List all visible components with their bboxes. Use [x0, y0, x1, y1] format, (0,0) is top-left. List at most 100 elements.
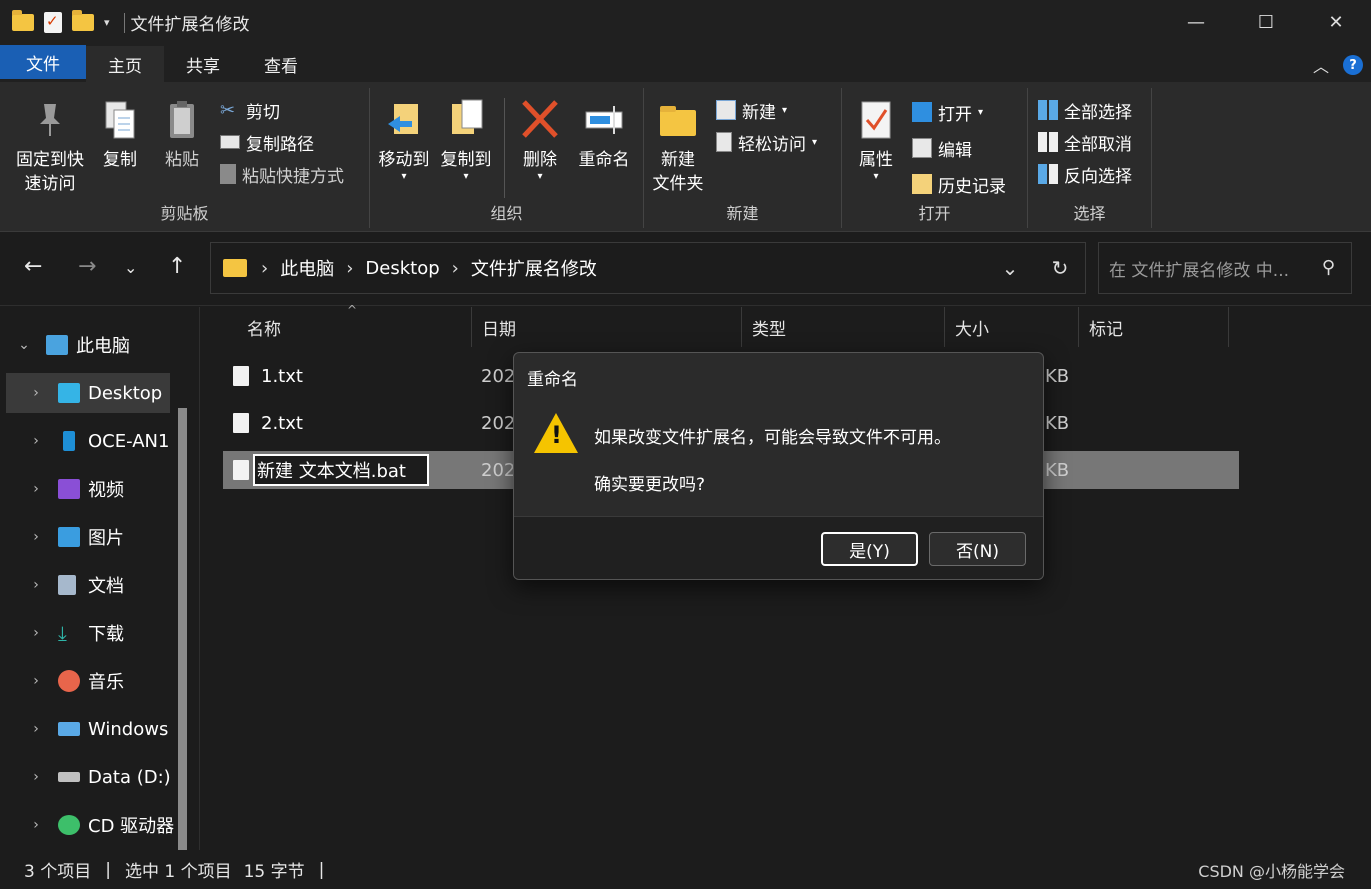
pin-icon [30, 98, 70, 142]
tab-view[interactable]: 查看 [242, 46, 320, 82]
pin-quick-access-button[interactable]: 固定到快 速访问 [12, 98, 88, 196]
cut-button[interactable]: ✂ 剪切 [220, 96, 280, 124]
easy-access-icon [716, 132, 732, 152]
new-folder-button[interactable]: 新建 文件夹 [646, 98, 710, 196]
column-header-tags[interactable]: 标记 [1079, 307, 1229, 347]
address-bar[interactable]: › 此电脑 › Desktop › 文件扩展名修改 ⌄ ↻ [210, 242, 1086, 294]
tab-home[interactable]: 主页 [86, 46, 164, 82]
invert-selection-button[interactable]: 反向选择 [1038, 160, 1132, 188]
help-icon[interactable]: ? [1343, 55, 1363, 75]
file-size: KB [1045, 365, 1070, 387]
no-button[interactable]: 否(N) [929, 532, 1026, 566]
title-bar: ▾ 文件扩展名修改 — ☐ ✕ [0, 0, 1371, 45]
chevron-right-icon: › [346, 257, 354, 279]
file-size: KB [1045, 459, 1070, 481]
chevron-down-icon[interactable]: ▾ [104, 16, 110, 29]
paste-button[interactable]: 粘贴 [158, 98, 206, 172]
edit-button[interactable]: 编辑 [912, 134, 972, 162]
status-selected-count: 选中 1 个项目 [124, 862, 232, 882]
maximize-button[interactable]: ☐ [1231, 0, 1301, 45]
recent-locations-chevron-icon[interactable]: ⌄ [124, 258, 137, 277]
collapse-ribbon-icon[interactable]: ︿ [1313, 53, 1329, 77]
forward-arrow-icon[interactable]: → [78, 254, 96, 279]
chevron-right-icon[interactable]: › [26, 577, 46, 593]
delete-icon [520, 98, 560, 142]
chevron-right-icon[interactable]: › [26, 721, 46, 737]
group-open: 属性 ▾ 打开 ▾ 编辑 历史记录 打开 [842, 88, 1028, 228]
address-history-chevron-icon[interactable]: ⌄ [985, 256, 1035, 280]
chevron-right-icon[interactable]: › [26, 433, 46, 449]
folder-icon [12, 10, 34, 31]
dialog-question: 确实要更改吗? [594, 475, 706, 495]
sidebar-item-downloads[interactable]: › ⤓ 下载 [0, 613, 180, 653]
divider [504, 98, 505, 198]
breadcrumb-this-pc[interactable]: 此电脑 [280, 255, 334, 281]
delete-button[interactable]: 删除 ▾ [516, 98, 564, 182]
file-name: 2.txt [261, 412, 303, 434]
up-arrow-icon[interactable]: ↑ [168, 254, 186, 279]
chevron-right-icon[interactable]: › [26, 673, 46, 689]
copy-to-button[interactable]: 复制到 ▾ [438, 98, 494, 182]
chevron-right-icon[interactable]: › [26, 481, 46, 497]
rename-button[interactable]: 重命名 [572, 98, 636, 172]
column-header-size[interactable]: 大小 [945, 307, 1079, 347]
minimize-button[interactable]: — [1161, 0, 1231, 45]
search-box[interactable]: 在 文件扩展名修改 中... ⚲ [1098, 242, 1352, 294]
yes-button[interactable]: 是(Y) [821, 532, 918, 566]
chevron-down-icon: ▾ [782, 104, 788, 116]
new-item-button[interactable]: 新建 ▾ [716, 96, 787, 124]
sidebar-item-documents[interactable]: › 文档 [0, 565, 180, 605]
copy-path-button[interactable]: 复制路径 [220, 128, 314, 156]
sidebar-item-windows[interactable]: › Windows [0, 709, 180, 749]
new-folder-icon[interactable] [72, 10, 94, 31]
sidebar-item-videos[interactable]: › 视频 [0, 469, 180, 509]
history-button[interactable]: 历史记录 [912, 170, 1006, 198]
desktop-icon [58, 383, 80, 403]
chevron-right-icon[interactable]: › [26, 769, 46, 785]
breadcrumb-current-folder[interactable]: 文件扩展名修改 [471, 255, 597, 281]
close-button[interactable]: ✕ [1301, 0, 1371, 45]
tab-share[interactable]: 共享 [164, 46, 242, 82]
video-icon [58, 479, 80, 499]
group-select: 全部选择 全部取消 反向选择 选择 [1028, 88, 1152, 228]
chevron-right-icon[interactable]: › [26, 385, 46, 401]
properties-icon[interactable] [44, 12, 62, 33]
chevron-right-icon[interactable]: › [26, 625, 46, 641]
tab-file[interactable]: 文件 [0, 45, 86, 79]
sidebar-item-phone[interactable]: › OCE-AN1 [0, 421, 180, 461]
open-button[interactable]: 打开 ▾ [912, 98, 983, 126]
chevron-down-icon[interactable]: ⌄ [14, 337, 34, 353]
phone-icon [63, 431, 75, 451]
file-date: 202 [481, 459, 516, 481]
sidebar-item-cd-drive[interactable]: › CD 驱动器 [0, 805, 180, 845]
sidebar-item-pictures[interactable]: › 图片 [0, 517, 180, 557]
dialog-title: 重命名 [527, 370, 578, 390]
select-all-button[interactable]: 全部选择 [1038, 96, 1132, 124]
sidebar-item-data-drive[interactable]: › Data (D:) [0, 757, 180, 797]
properties-button[interactable]: 属性 ▾ [852, 98, 900, 182]
sidebar-item-this-pc[interactable]: ⌄ 此电脑 [0, 325, 180, 365]
divider: | [318, 859, 325, 880]
breadcrumb-desktop[interactable]: Desktop [365, 258, 439, 279]
rename-input[interactable]: 新建 文本文档.bat [253, 454, 429, 486]
paste-shortcut-button[interactable]: 粘贴快捷方式 [220, 160, 344, 188]
select-none-button[interactable]: 全部取消 [1038, 128, 1132, 156]
column-header-type[interactable]: 类型 [742, 307, 945, 347]
move-to-button[interactable]: 移动到 ▾ [376, 98, 432, 182]
text-file-icon [233, 366, 249, 386]
chevron-right-icon[interactable]: › [26, 529, 46, 545]
invert-selection-icon [1038, 164, 1058, 184]
copy-button[interactable]: 复制 [96, 98, 144, 172]
back-arrow-icon[interactable]: ← [24, 254, 42, 279]
column-header-date[interactable]: 日期 [472, 307, 742, 347]
sidebar-scrollbar[interactable] [178, 408, 187, 854]
chevron-right-icon[interactable]: › [26, 817, 46, 833]
group-label-select: 选择 [1073, 204, 1106, 223]
column-header-name[interactable]: 名称 [237, 307, 472, 347]
dialog-footer: 是(Y) 否(N) [514, 516, 1043, 579]
sidebar-item-desktop[interactable]: › Desktop [6, 373, 170, 413]
easy-access-button[interactable]: 轻松访问 ▾ [716, 128, 817, 156]
sidebar-item-music[interactable]: › 音乐 [0, 661, 180, 701]
chevron-right-icon: › [451, 257, 459, 279]
refresh-icon[interactable]: ↻ [1035, 256, 1085, 280]
